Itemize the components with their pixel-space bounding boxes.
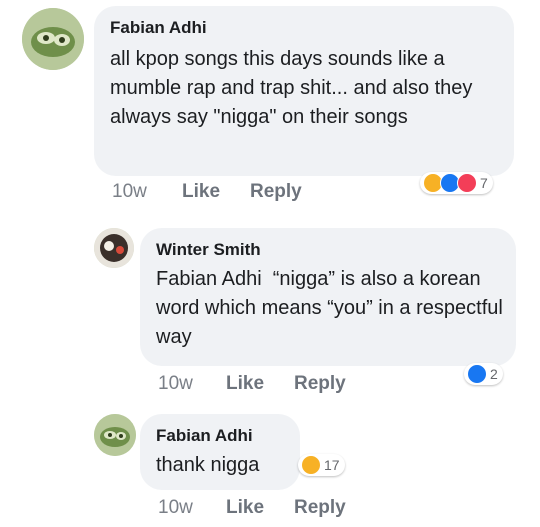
avatar[interactable] bbox=[94, 228, 134, 268]
avatar-image bbox=[22, 8, 84, 70]
avatar-image bbox=[94, 228, 134, 268]
comment-bubble: Winter Smith Fabian Adhi “nigga” is also… bbox=[140, 228, 516, 366]
comment-bubble: Fabian Adhi all kpop songs this days sou… bbox=[94, 6, 514, 176]
comment-text: all kpop songs this days sounds like a m… bbox=[110, 48, 473, 128]
avatar[interactable] bbox=[94, 414, 136, 456]
reaction-summary[interactable]: 17 bbox=[298, 454, 345, 476]
comment-author[interactable]: Fabian Adhi bbox=[110, 18, 498, 38]
comment-text: Fabian Adhi “nigga” is also a korean wor… bbox=[156, 265, 506, 352]
reaction-count: 7 bbox=[480, 175, 488, 191]
reaction-count: 2 bbox=[490, 366, 498, 382]
comment-author[interactable]: Winter Smith bbox=[156, 240, 500, 260]
avatar-image bbox=[94, 414, 136, 456]
reply-button[interactable]: Reply bbox=[294, 497, 346, 519]
haha-icon bbox=[301, 455, 321, 475]
comment-author[interactable]: Fabian Adhi bbox=[156, 426, 284, 446]
like-button[interactable]: Like bbox=[182, 181, 250, 203]
comment-actions: 10w Like Reply bbox=[112, 181, 302, 203]
reply-button[interactable]: Reply bbox=[294, 373, 346, 395]
comment-actions: 10w Like Reply bbox=[158, 497, 346, 519]
reaction-summary[interactable]: 2 bbox=[464, 363, 503, 385]
reaction-count: 17 bbox=[324, 457, 340, 473]
comment-time[interactable]: 10w bbox=[158, 373, 226, 395]
avatar[interactable] bbox=[22, 8, 84, 70]
reaction-summary[interactable]: 7 bbox=[420, 172, 493, 194]
comment-time[interactable]: 10w bbox=[158, 497, 226, 519]
comment-time[interactable]: 10w bbox=[112, 181, 182, 203]
comment-bubble: Fabian Adhi thank nigga bbox=[140, 414, 300, 490]
reply-button[interactable]: Reply bbox=[250, 181, 302, 203]
mention-link[interactable]: Fabian Adhi bbox=[156, 268, 262, 290]
comment-actions: 10w Like Reply bbox=[158, 373, 346, 395]
like-button[interactable]: Like bbox=[226, 373, 294, 395]
comment-text: thank nigga bbox=[156, 454, 260, 476]
love-icon bbox=[457, 173, 477, 193]
like-icon bbox=[467, 364, 487, 384]
like-button[interactable]: Like bbox=[226, 497, 294, 519]
